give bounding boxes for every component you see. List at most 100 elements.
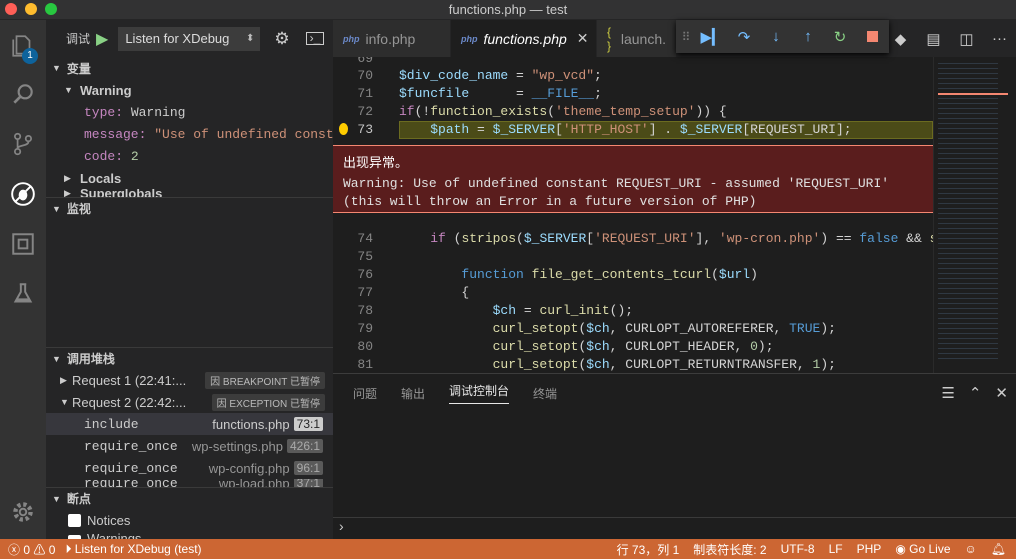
line-number: 81 — [357, 357, 373, 372]
step-over-icon[interactable]: ↷ — [728, 20, 760, 53]
frame-location: 426:1 — [286, 439, 323, 453]
warning-node[interactable]: ▼ Warning — [46, 79, 333, 101]
source-control-icon[interactable] — [0, 122, 46, 166]
variable-value: Warning — [130, 104, 186, 120]
bottom-panel: 问题 输出 调试控制台 终端 ☰ ⌃ ✕ › — [333, 373, 1016, 539]
request-name: Request 2 (22:42:... — [72, 394, 187, 410]
explorer-badge: 1 — [22, 48, 38, 64]
language-mode[interactable]: PHP — [857, 542, 882, 556]
chevron-down-icon: ▼ — [52, 353, 61, 364]
stack-frame-row[interactable]: require_once wp-settings.php 426:1 — [46, 435, 333, 457]
repl-prompt: › — [339, 518, 344, 534]
feedback-smiley-icon[interactable]: ☺ — [965, 542, 977, 556]
breakpoint-row[interactable]: Notices — [46, 509, 333, 531]
split-editor-icon[interactable]: ◫ — [950, 30, 983, 48]
line-number: 77 — [357, 285, 373, 300]
extensions-icon[interactable] — [0, 222, 46, 266]
debug-icon[interactable] — [0, 172, 46, 216]
start-debugging-play-icon[interactable]: ▶ — [96, 29, 108, 49]
frame-file: wp-load.php — [218, 479, 290, 487]
code-line: $path = $_SERVER['HTTP_HOST'] . $_SERVER… — [430, 122, 852, 137]
code-line: curl_setopt($ch, CURLOPT_HEADER, 0); — [492, 339, 774, 354]
tab-debug-console[interactable]: 调试控制台 — [449, 382, 510, 404]
close-icon[interactable]: ✕ — [577, 30, 589, 47]
locals-node[interactable]: ▶ Locals — [46, 167, 333, 189]
stack-frame-row[interactable]: require_once wp-config.php 96:1 — [46, 457, 333, 479]
exception-title: 出现异常。 — [343, 155, 409, 170]
tab-info-php[interactable]: php info.php — [333, 20, 451, 57]
debug-session[interactable]: ⏵ Listen for XDebug (test) — [65, 542, 201, 557]
problems-indicator[interactable]: ⓧ 0 ⚠ 0 — [8, 541, 55, 558]
line-ending[interactable]: LF — [829, 542, 843, 556]
gear-icon[interactable]: ⚙ — [274, 29, 289, 49]
locals-label: Locals — [80, 170, 122, 186]
frame-function: require_once — [84, 460, 178, 476]
explorer-icon[interactable]: 1 — [0, 24, 46, 68]
open-preview-icon[interactable]: ▤ — [917, 30, 950, 48]
repl-input[interactable]: › — [333, 517, 1016, 539]
close-panel-icon[interactable]: ✕ — [995, 384, 1008, 402]
watch-section-header[interactable]: ▼ 监视 — [46, 197, 333, 219]
error-count: 0 — [23, 542, 31, 557]
code-view[interactable]: 69 70 $div_code_name = "wp_vcd"; 71 $fun… — [333, 57, 933, 373]
variable-name: message: — [84, 126, 147, 142]
checkbox[interactable] — [68, 513, 81, 527]
variables-title: 变量 — [66, 61, 91, 76]
superglobals-node[interactable]: ▶ Superglobals — [46, 189, 333, 197]
clear-console-icon[interactable]: ☰ — [941, 384, 954, 402]
watch-title: 监视 — [66, 202, 91, 216]
line-number: 69 — [357, 57, 373, 66]
line-number: 80 — [357, 339, 373, 354]
settings-gear-icon[interactable] — [0, 490, 46, 534]
tab-label: functions.php — [483, 30, 567, 47]
activity-bar: 1 — [0, 20, 46, 539]
more-actions-icon[interactable]: ··· — [983, 30, 1016, 47]
step-into-icon[interactable]: ↓ — [760, 20, 792, 53]
minimap[interactable] — [933, 57, 1016, 373]
line-number: 70 — [357, 68, 373, 83]
continue-icon[interactable]: ▶▎ — [696, 20, 728, 53]
go-live-button[interactable]: ◉ Go Live — [895, 542, 950, 556]
encoding[interactable]: UTF-8 — [781, 542, 815, 556]
callstack-section-header[interactable]: ▼ 调用堆栈 — [46, 347, 333, 369]
debug-console-icon[interactable]: ›_ — [305, 32, 325, 45]
variable-value: "Use of undefined constant ... — [154, 126, 333, 142]
search-icon[interactable] — [0, 72, 46, 116]
git-compare-icon[interactable]: ◆ — [884, 30, 917, 48]
debug-config-value: Listen for XDebug — [125, 30, 230, 46]
variable-row[interactable]: type: Warning — [46, 101, 333, 123]
drag-handle-icon[interactable]: ⠿ — [676, 20, 696, 53]
debug-toolbar: 调试 ▶ Listen for XDebug ⬍ ⚙ ›_ — [46, 20, 333, 57]
frame-file: functions.php — [212, 416, 290, 432]
test-flask-icon[interactable] — [0, 272, 46, 316]
request-row[interactable]: ▼ Request 2 (22:42:... 因 EXCEPTION 已暂停 — [46, 391, 333, 413]
variable-row[interactable]: code: 2 — [46, 145, 333, 167]
maximize-panel-icon[interactable]: ⌃ — [969, 384, 982, 402]
restart-icon[interactable]: ↻ — [824, 20, 856, 53]
variables-section-header[interactable]: ▼ 变量 — [46, 57, 333, 79]
code-line: $ch = curl_init(); — [492, 303, 634, 318]
editor-area: php info.php php functions.php ✕ { } lau… — [333, 20, 1016, 373]
stack-frame-row[interactable]: include functions.php 73:1 — [46, 413, 333, 435]
cursor-position[interactable]: 行 73，列 1 — [617, 541, 680, 558]
tab-launch-json[interactable]: { } launch. — [597, 20, 677, 57]
variable-row[interactable]: message: "Use of undefined constant ... — [46, 123, 333, 145]
code-line: if(!function_exists('theme_temp_setup'))… — [399, 104, 727, 119]
tab-terminal[interactable]: 终端 — [533, 385, 557, 402]
tab-output[interactable]: 输出 — [401, 385, 425, 402]
warning-count: 0 — [48, 542, 56, 557]
request-row[interactable]: ▶ Request 1 (22:41:... 因 BREAKPOINT 已暂停 — [46, 369, 333, 391]
stack-frame-row[interactable]: require_once wp-load.php 37:1 — [46, 479, 333, 487]
tab-size[interactable]: 制表符长度: 2 — [693, 541, 766, 558]
breakpoints-section-header[interactable]: ▼ 断点 — [46, 487, 333, 509]
tab-problems[interactable]: 问题 — [353, 385, 377, 402]
debug-floating-toolbar: ⠿ ▶▎ ↷ ↓ ↑ ↻ — [676, 20, 889, 53]
debug-config-select[interactable]: Listen for XDebug ⬍ — [118, 26, 261, 51]
tab-functions-php[interactable]: php functions.php ✕ — [451, 20, 597, 57]
step-out-icon[interactable]: ↑ — [792, 20, 824, 53]
code-line: if (stripos($_SERVER['REQUEST_URI'], 'wp… — [430, 231, 933, 246]
debug-session-label: Listen for XDebug (test) — [74, 541, 202, 556]
line-number: 74 — [357, 231, 373, 246]
line-number: 71 — [357, 86, 373, 101]
notifications-bell-icon[interactable]: 🔔︎ — [991, 542, 1006, 556]
